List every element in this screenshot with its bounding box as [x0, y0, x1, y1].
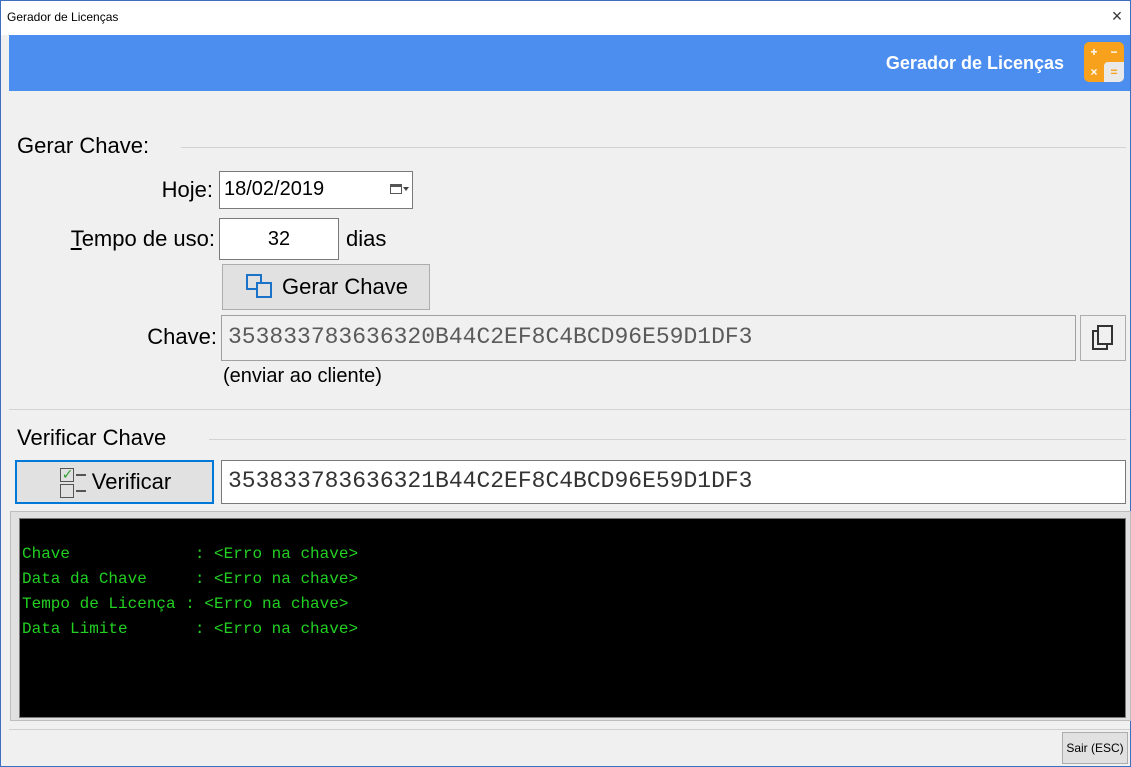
verify-key-input[interactable]: 353833783636321B44C2EF8C4BCD96E59D1DF3 [221, 460, 1126, 504]
console-line: Data da Chave : <Erro na chave> [22, 570, 359, 588]
today-label: Hoje: [161, 177, 213, 202]
verify-section-label: Verificar Chave [17, 425, 167, 450]
close-icon[interactable]: × [1108, 7, 1126, 25]
usage-days-value: 32 [267, 228, 291, 250]
header-title: Gerador de Licenças [885, 53, 1064, 73]
usage-days-input[interactable]: 32 [219, 218, 339, 260]
section-divider [9, 409, 1130, 410]
usage-time-label-mnemonic: T [70, 226, 82, 251]
generate-key-button-label: Gerar Chave [282, 274, 408, 299]
exit-button[interactable]: Sair (ESC) [1062, 732, 1128, 764]
generate-key-button[interactable]: Gerar Chave [222, 264, 430, 310]
main-window: Gerador de Licenças × Gerador de Licença… [0, 0, 1131, 767]
generate-section-label: Gerar Chave: [17, 133, 150, 158]
today-date-value: 18/02/2019 [224, 178, 325, 200]
window-title: Gerador de Licenças [7, 10, 119, 24]
generated-key-field[interactable]: 353833783636320B44C2EF8C4BCD96E59D1DF3 [221, 315, 1076, 361]
chevron-down-icon [403, 187, 409, 191]
calendar-icon [390, 184, 402, 194]
calculator-icon: + − × = [1084, 42, 1124, 82]
generate-key-icon [244, 272, 278, 302]
send-to-client-hint: (enviar ao cliente) [223, 365, 382, 387]
key-label: Chave: [147, 324, 217, 349]
title-bar: Gerador de Licenças × [1, 1, 1130, 35]
verify-button-label: Verificar [91, 469, 172, 494]
verify-key-value: 353833783636321B44C2EF8C4BCD96E59D1DF3 [228, 468, 753, 494]
header-banner: Gerador de Licenças + − × = [9, 35, 1130, 91]
verification-output-console: Chave : <Erro na chave> Data da Chave : … [19, 518, 1126, 718]
console-line: Tempo de Licença : <Erro na chave> [22, 595, 349, 613]
verify-button[interactable]: ✓ Verificar [15, 460, 214, 504]
generate-section-divider [181, 147, 1126, 148]
usage-time-label-rest: empo de uso: [81, 226, 215, 251]
today-date-picker[interactable]: 18/02/2019 [219, 171, 413, 209]
verify-section-divider [209, 439, 1126, 440]
checklist-icon: ✓ [58, 466, 88, 498]
usage-unit-label: dias [346, 226, 387, 251]
copy-icon [1091, 325, 1115, 351]
generated-key-value: 353833783636320B44C2EF8C4BCD96E59D1DF3 [228, 324, 753, 350]
usage-time-label: Tempo de uso: [21, 226, 215, 252]
copy-key-button[interactable] [1080, 315, 1126, 361]
footer-divider [9, 729, 1130, 730]
console-line: Data Limite : <Erro na chave> [22, 620, 359, 638]
console-line: Chave : <Erro na chave> [22, 545, 359, 563]
